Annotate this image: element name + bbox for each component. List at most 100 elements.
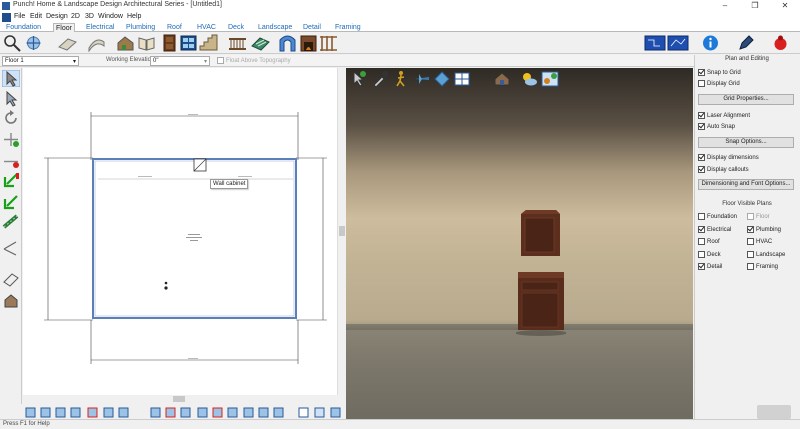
- ungroup-icon[interactable]: [197, 407, 208, 418]
- tab-electrical[interactable]: Electrical: [84, 23, 116, 32]
- scroll-thumb[interactable]: [339, 226, 345, 236]
- unlock-icon[interactable]: [258, 407, 269, 418]
- zoom-icon[interactable]: [3, 34, 22, 52]
- menu-help[interactable]: Help: [127, 13, 141, 20]
- display-dimensions-option[interactable]: Display dimensions: [698, 154, 759, 163]
- laser-alignment-option[interactable]: Laser Alignment: [698, 112, 750, 121]
- plan-landscape-checkbox[interactable]: [747, 251, 754, 258]
- lock-icon[interactable]: [243, 407, 254, 418]
- fireplace-icon[interactable]: [299, 34, 318, 52]
- fly-icon[interactable]: [413, 70, 431, 88]
- framing-icon[interactable]: [319, 34, 338, 52]
- grid-properties-button[interactable]: Grid Properties...: [698, 94, 794, 105]
- tab-deck[interactable]: Deck: [226, 23, 246, 32]
- render-settings-icon[interactable]: [541, 70, 559, 88]
- plan-electrical-checkbox[interactable]: [698, 226, 705, 233]
- tab-hvac[interactable]: HVAC: [195, 23, 218, 32]
- plan-electrical-option[interactable]: Electrical: [698, 226, 731, 235]
- auto-snap-option[interactable]: Auto Snap: [698, 123, 735, 132]
- view-2d-icon[interactable]: [298, 407, 309, 418]
- dimensioning-font-options-button[interactable]: Dimensioning and Font Options...: [698, 179, 794, 190]
- curved-wall-icon[interactable]: [87, 34, 106, 52]
- tab-framing[interactable]: Framing: [333, 23, 363, 32]
- menu-2d[interactable]: 2D: [71, 13, 80, 20]
- menu-design[interactable]: Design: [46, 13, 68, 20]
- plan-vertical-scrollbar[interactable]: [337, 68, 346, 398]
- house-view-icon[interactable]: [493, 70, 511, 88]
- panel-grip[interactable]: [757, 405, 791, 419]
- bring-front-icon[interactable]: [212, 407, 223, 418]
- distribute-horizontal-icon[interactable]: [103, 407, 114, 418]
- flip-horizontal-icon[interactable]: [150, 407, 161, 418]
- distribute-vertical-icon[interactable]: [118, 407, 129, 418]
- flooring-icon[interactable]: [251, 34, 270, 52]
- scroll-thumb[interactable]: [173, 396, 185, 402]
- archway-icon[interactable]: [278, 34, 297, 52]
- align-right-icon[interactable]: [70, 407, 81, 418]
- plan-framing-option[interactable]: Framing: [747, 263, 778, 272]
- plan-framing-checkbox[interactable]: [747, 263, 754, 270]
- group-icon[interactable]: [180, 407, 191, 418]
- move-down-right-icon[interactable]: [2, 194, 20, 211]
- close-button[interactable]: ✕: [770, 0, 800, 12]
- plan-foundation-option[interactable]: Foundation: [698, 213, 737, 222]
- hedge-icon[interactable]: [2, 213, 20, 230]
- menu-window[interactable]: Window: [98, 13, 123, 20]
- working-elevation-input[interactable]: 0" ▾: [150, 56, 210, 66]
- snap-to-grid-option[interactable]: Snap to Grid: [698, 69, 741, 78]
- orbit-icon[interactable]: [433, 70, 451, 88]
- blueprint-view-icon[interactable]: [667, 34, 689, 52]
- tab-roof[interactable]: Roof: [165, 23, 184, 32]
- snap-options-button[interactable]: Snap Options...: [698, 137, 794, 148]
- door-icon[interactable]: [160, 34, 179, 52]
- align-top-icon[interactable]: [40, 407, 51, 418]
- select-arrow-icon[interactable]: [2, 70, 20, 87]
- plan-hvac-option[interactable]: HVAC: [747, 238, 772, 247]
- plan-deck-checkbox[interactable]: [698, 251, 705, 258]
- move-down-left-icon[interactable]: [2, 172, 20, 189]
- sun-weather-icon[interactable]: [520, 70, 538, 88]
- plan-roof-checkbox[interactable]: [698, 238, 705, 245]
- window-icon[interactable]: [179, 34, 198, 52]
- resize-icon[interactable]: [273, 407, 284, 418]
- walk-icon[interactable]: [392, 70, 410, 88]
- eyedropper-icon[interactable]: [371, 70, 389, 88]
- room-icon[interactable]: [116, 34, 135, 52]
- plan-plumbing-checkbox[interactable]: [747, 226, 754, 233]
- stairs-icon[interactable]: [199, 34, 218, 52]
- display-grid-option[interactable]: Display Grid: [698, 80, 740, 89]
- plan-roof-option[interactable]: Roof: [698, 238, 720, 247]
- 3d-view[interactable]: [346, 68, 693, 419]
- laser-alignment-checkbox[interactable]: [698, 112, 705, 119]
- flip-vertical-icon[interactable]: [165, 407, 176, 418]
- add-point-icon[interactable]: [2, 131, 20, 148]
- send-back-icon[interactable]: [227, 407, 238, 418]
- tab-plumbing[interactable]: Plumbing: [124, 23, 157, 32]
- plan-deck-option[interactable]: Deck: [698, 251, 721, 260]
- tab-landscape[interactable]: Landscape: [256, 23, 294, 32]
- plan-horizontal-scrollbar[interactable]: [23, 395, 346, 403]
- snap-to-grid-checkbox[interactable]: [698, 69, 705, 76]
- blueprint-icon[interactable]: [644, 34, 666, 52]
- display-dimensions-checkbox[interactable]: [698, 154, 705, 161]
- tab-detail[interactable]: Detail: [301, 23, 323, 32]
- minimize-button[interactable]: –: [710, 0, 740, 12]
- pen-tool-icon[interactable]: [737, 34, 756, 52]
- display-callouts-checkbox[interactable]: [698, 166, 705, 173]
- pan-icon[interactable]: [24, 34, 43, 52]
- measure-icon[interactable]: [2, 240, 20, 257]
- view-3d-icon[interactable]: [330, 407, 341, 418]
- menu-file[interactable]: File: [14, 13, 25, 20]
- edit-arrow-icon[interactable]: [2, 90, 20, 107]
- plan-landscape-option[interactable]: Landscape: [747, 251, 785, 260]
- menu-edit[interactable]: Edit: [30, 13, 42, 20]
- maximize-button[interactable]: ❐: [740, 0, 770, 12]
- float-above-topography-option[interactable]: Float Above Topography: [217, 57, 291, 64]
- wall-icon[interactable]: [58, 34, 77, 52]
- help-bug-icon[interactable]: [771, 34, 790, 52]
- book-icon[interactable]: [137, 34, 156, 52]
- plan-detail-option[interactable]: Detail: [698, 263, 722, 272]
- auto-snap-checkbox[interactable]: [698, 123, 705, 130]
- delete-point-icon[interactable]: [2, 153, 20, 170]
- floor-select[interactable]: Floor 1 ▾: [2, 56, 79, 66]
